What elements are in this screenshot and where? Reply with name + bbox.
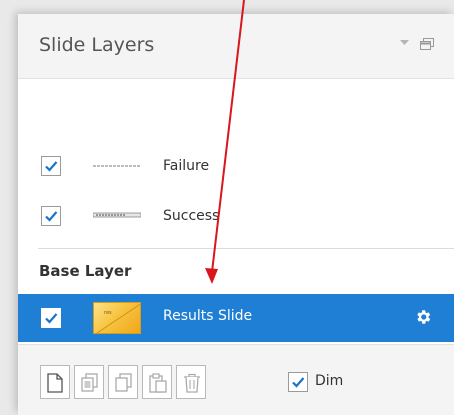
thumbnail-text: res [104,310,112,316]
checkmark-icon [45,161,58,172]
paste-button[interactable] [142,365,172,399]
base-layer-visibility-checkbox[interactable] [41,308,61,328]
new-layer-icon [47,373,63,393]
layers-toolbar: Dim [18,344,454,415]
layer-thumbnail [93,165,141,167]
thumbnail-graphic: res [96,303,140,333]
checkmark-icon [292,377,305,388]
dropdown-arrow-icon[interactable] [400,40,409,46]
layer-row-success[interactable]: Success [18,194,454,238]
float-window-icon[interactable] [420,38,434,50]
base-layer-row-results-slide[interactable]: res Results Slide [18,294,454,342]
layer-visibility-checkbox[interactable] [41,206,61,226]
layer-label: Failure [163,158,210,174]
slide-thumbnail: res [93,302,141,334]
delete-icon [184,373,200,393]
divider [38,248,454,249]
layer-label: Success [163,208,220,224]
new-layer-button[interactable] [40,365,70,399]
copy-button[interactable] [108,365,138,399]
duplicate-layer-icon [81,373,98,392]
base-layer-label: Results Slide [163,308,253,324]
copy-icon [115,373,132,392]
paste-icon [149,373,167,393]
layer-visibility-checkbox[interactable] [41,156,61,176]
delete-layer-button[interactable] [176,365,206,399]
panel-title: Slide Layers [39,34,155,56]
dim-label: Dim [315,373,344,389]
checkmark-icon [45,211,58,222]
base-layer-heading: Base Layer [39,262,132,280]
duplicate-layer-button[interactable] [74,365,104,399]
dim-checkbox[interactable] [288,372,308,392]
layer-thumbnail [93,212,141,218]
layer-row-failure[interactable]: Failure [18,144,454,188]
panel-header: Slide Layers [18,14,454,79]
gear-icon[interactable] [414,308,432,326]
checkmark-icon [45,313,58,324]
slide-layers-panel: Slide Layers Failure Success Base Layer … [18,14,454,415]
